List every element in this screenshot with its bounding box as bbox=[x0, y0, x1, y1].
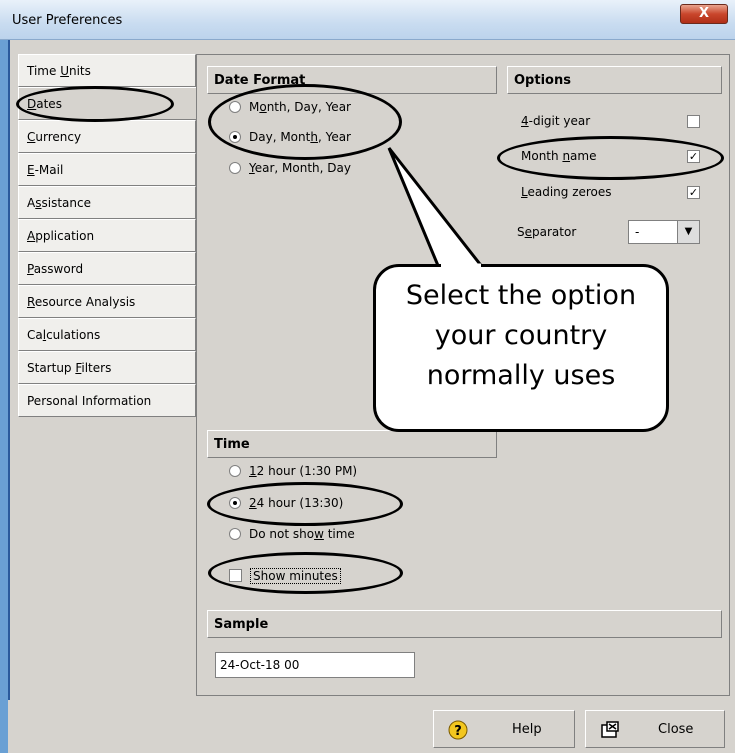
tab-startup-filters[interactable]: Startup Filters bbox=[18, 351, 196, 384]
callout-line-1: Select the option bbox=[405, 280, 637, 311]
svg-text:?: ? bbox=[454, 724, 462, 739]
four-digit-year-label: 4-digit year bbox=[521, 114, 591, 128]
window-title: User Preferences bbox=[12, 13, 123, 28]
leading-zeroes-checkbox[interactable]: ✓ bbox=[687, 186, 700, 199]
chevron-down-icon[interactable]: ▼ bbox=[677, 221, 699, 243]
tab-resource-analysis[interactable]: Resource Analysis bbox=[18, 285, 196, 318]
radio-no-time-icon bbox=[229, 528, 241, 540]
tab-email[interactable]: E-Mail bbox=[18, 153, 196, 186]
time-option-no-time[interactable]: Do not show time bbox=[229, 525, 355, 543]
window-frame-edge bbox=[8, 40, 10, 753]
sample-output: 24-Oct-18 00 bbox=[215, 652, 415, 678]
tab-application[interactable]: Application bbox=[18, 219, 196, 252]
highlight-show-minutes bbox=[208, 552, 403, 594]
time-heading: Time bbox=[207, 430, 497, 458]
user-preferences-window: User Preferences X Time Units Dates Curr… bbox=[0, 0, 735, 753]
tab-calculations[interactable]: Calculations bbox=[18, 318, 196, 351]
help-button[interactable]: ? Help bbox=[433, 710, 575, 748]
separator-dropdown[interactable]: - ▼ bbox=[628, 220, 700, 244]
title-bar: User Preferences X bbox=[0, 0, 735, 40]
help-icon: ? bbox=[448, 720, 468, 740]
tab-personal-information[interactable]: Personal Information bbox=[18, 384, 196, 417]
highlight-month-name bbox=[497, 136, 724, 180]
highlight-dates-tab bbox=[16, 86, 174, 122]
callout-line-2: your country bbox=[434, 320, 608, 351]
separator-label: Separator bbox=[517, 225, 577, 239]
four-digit-year-checkbox[interactable] bbox=[687, 115, 700, 128]
tab-assistance[interactable]: Assistance bbox=[18, 186, 196, 219]
radio-ymd-icon bbox=[229, 162, 241, 174]
tab-currency[interactable]: Currency bbox=[18, 120, 196, 153]
callout-text: Select the option your country normally … bbox=[373, 276, 669, 396]
highlight-date-format bbox=[208, 84, 402, 160]
tab-time-units[interactable]: Time Units bbox=[18, 54, 196, 87]
date-format-option-ymd[interactable]: Year, Month, Day bbox=[229, 159, 351, 177]
options-heading: Options bbox=[507, 66, 722, 94]
close-window-icon bbox=[601, 721, 619, 738]
sample-heading: Sample bbox=[207, 610, 722, 638]
callout-line-3: normally uses bbox=[426, 360, 616, 391]
close-window-button[interactable]: X bbox=[680, 4, 728, 24]
close-button[interactable]: Close bbox=[585, 710, 725, 748]
radio-12-hour-icon bbox=[229, 465, 241, 477]
time-option-12-hour[interactable]: 12 hour (1:30 PM) bbox=[229, 462, 357, 480]
leading-zeroes-label: Leading zeroes bbox=[521, 185, 612, 199]
highlight-24-hour bbox=[207, 482, 403, 526]
tab-password[interactable]: Password bbox=[18, 252, 196, 285]
separator-value: - bbox=[635, 225, 640, 239]
